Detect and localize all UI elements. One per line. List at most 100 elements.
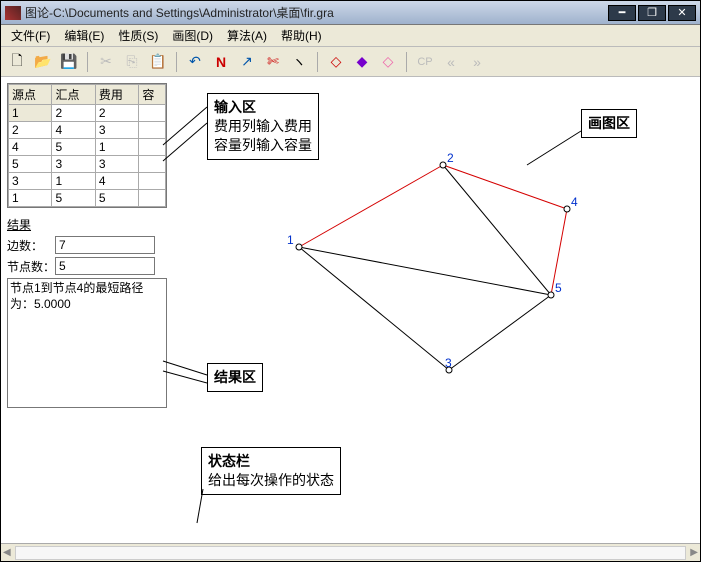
nodes-label: 节点数： [7,258,55,275]
table-cell[interactable]: 1 [95,139,138,156]
table-cell[interactable]: 5 [52,190,95,207]
table-row[interactable]: 451 [9,139,166,156]
menu-algorithm[interactable]: 算法(A) [221,25,273,46]
col-cost[interactable]: 费用 [95,85,138,105]
table-cell[interactable] [139,173,166,190]
nodes-value[interactable]: 5 [55,257,155,275]
graph-node[interactable] [548,292,554,298]
graph-node-label: 2 [447,151,454,165]
table-cell[interactable]: 2 [95,105,138,122]
table-cell[interactable]: 2 [9,122,52,139]
save-icon[interactable]: 💾 [61,54,77,70]
graph-node[interactable] [564,206,570,212]
close-button[interactable]: ✕ [668,5,696,21]
forward-icon[interactable]: » [469,54,485,70]
table-row[interactable]: 533 [9,156,166,173]
paste-icon[interactable]: 📋 [150,54,166,70]
col-cap[interactable]: 容 [139,85,166,105]
graph-node[interactable] [440,162,446,168]
app-window: 图论-C:\Documents and Settings\Administrat… [0,0,701,562]
shape3-icon[interactable]: ◇ [380,54,396,70]
menu-file[interactable]: 文件(F) [5,25,56,46]
graph-edge[interactable] [299,165,443,247]
table-cell[interactable]: 4 [95,173,138,190]
status-bar[interactable] [1,543,700,561]
graph-node[interactable] [296,244,302,250]
app-icon [5,6,21,20]
maximize-button[interactable]: ❐ [638,5,666,21]
table-cell[interactable]: 4 [9,139,52,156]
table-cell[interactable]: 3 [95,122,138,139]
scissor-tool-icon[interactable]: ✄ [265,54,281,70]
table-cell[interactable] [139,156,166,173]
toolbar: 🗋 📂 💾 ✂ ⎘ 📋 ↶ N ↗ ✄ ヽ ◇ ◆ ◇ CP « » [1,47,700,77]
cut-icon[interactable]: ✂ [98,54,114,70]
minimize-button[interactable]: ━ [608,5,636,21]
back-icon[interactable]: « [443,54,459,70]
menu-help[interactable]: 帮助(H) [275,25,328,46]
table-cell[interactable]: 5 [9,156,52,173]
table-cell[interactable]: 2 [52,105,95,122]
menubar: 文件(F) 编辑(E) 性质(S) 画图(D) 算法(A) 帮助(H) [1,25,700,47]
table-cell[interactable] [139,122,166,139]
menu-draw[interactable]: 画图(D) [166,25,219,46]
undo-icon[interactable]: ↶ [187,54,203,70]
table-cell[interactable]: 3 [52,156,95,173]
table-cell[interactable] [139,105,166,122]
shape2-icon[interactable]: ◆ [354,54,370,70]
toolbar-sep [406,52,407,72]
col-src[interactable]: 源点 [9,85,52,105]
graph-canvas[interactable]: 输入区 费用列输入费用 容量列输入容量 画图区 结果区 状态栏 给出每次操作的状… [181,77,700,543]
open-icon[interactable]: 📂 [35,54,51,70]
graph-edge[interactable] [299,247,551,295]
table-header-row: 源点 汇点 费用 容 [9,85,166,105]
table-cell[interactable]: 5 [52,139,95,156]
window-buttons: ━ ❐ ✕ [608,5,696,21]
edges-value[interactable]: 7 [55,236,155,254]
window-title: 图论-C:\Documents and Settings\Administrat… [25,4,608,21]
graph-node-label: 3 [445,356,452,370]
arrow-tool-icon[interactable]: ↗ [239,54,255,70]
edge-tool-icon[interactable]: ヽ [291,54,307,70]
new-icon[interactable]: 🗋 [9,54,25,70]
table-cell[interactable]: 1 [52,173,95,190]
graph-node-label: 5 [555,281,562,295]
node-tool-icon[interactable]: N [213,54,229,70]
table-cell[interactable]: 5 [95,190,138,207]
table-cell[interactable]: 4 [52,122,95,139]
table-cell[interactable]: 1 [9,105,52,122]
menu-edit[interactable]: 编辑(E) [58,25,110,46]
cp-icon[interactable]: CP [417,54,433,70]
graph-node-label: 1 [287,233,294,247]
edges-label: 边数： [7,237,55,254]
graph-edge[interactable] [449,295,551,370]
edges-row: 边数： 7 [7,236,175,254]
toolbar-sep [176,52,177,72]
graph-svg [181,77,700,537]
menu-property[interactable]: 性质(S) [112,25,164,46]
result-text[interactable]: 节点1到节点4的最短路径为：5.0000 [7,278,167,408]
table-cell[interactable]: 3 [95,156,138,173]
table-cell[interactable] [139,190,166,207]
graph-node-label: 4 [571,195,578,209]
table-cell[interactable]: 1 [9,190,52,207]
shape1-icon[interactable]: ◇ [328,54,344,70]
table-row[interactable]: 155 [9,190,166,207]
graph-edge[interactable] [299,247,449,370]
nodes-row: 节点数： 5 [7,257,175,275]
edge-table[interactable]: 源点 汇点 费用 容 122243451533314155 [7,83,167,208]
toolbar-sep [87,52,88,72]
copy-icon[interactable]: ⎘ [124,54,140,70]
col-dst[interactable]: 汇点 [52,85,95,105]
table-row[interactable]: 314 [9,173,166,190]
table-cell[interactable]: 3 [9,173,52,190]
toolbar-sep [317,52,318,72]
result-group: 结果 边数： 7 节点数： 5 节点1到节点4的最短路径为：5.0000 [7,216,175,408]
table-cell[interactable] [139,139,166,156]
status-scroll-track[interactable] [15,546,687,560]
table-row[interactable]: 122 [9,105,166,122]
result-group-title: 结果 [7,216,175,233]
table-row[interactable]: 243 [9,122,166,139]
titlebar[interactable]: 图论-C:\Documents and Settings\Administrat… [1,1,700,25]
main-body: 源点 汇点 费用 容 122243451533314155 结果 边数： 7 节… [1,77,700,543]
